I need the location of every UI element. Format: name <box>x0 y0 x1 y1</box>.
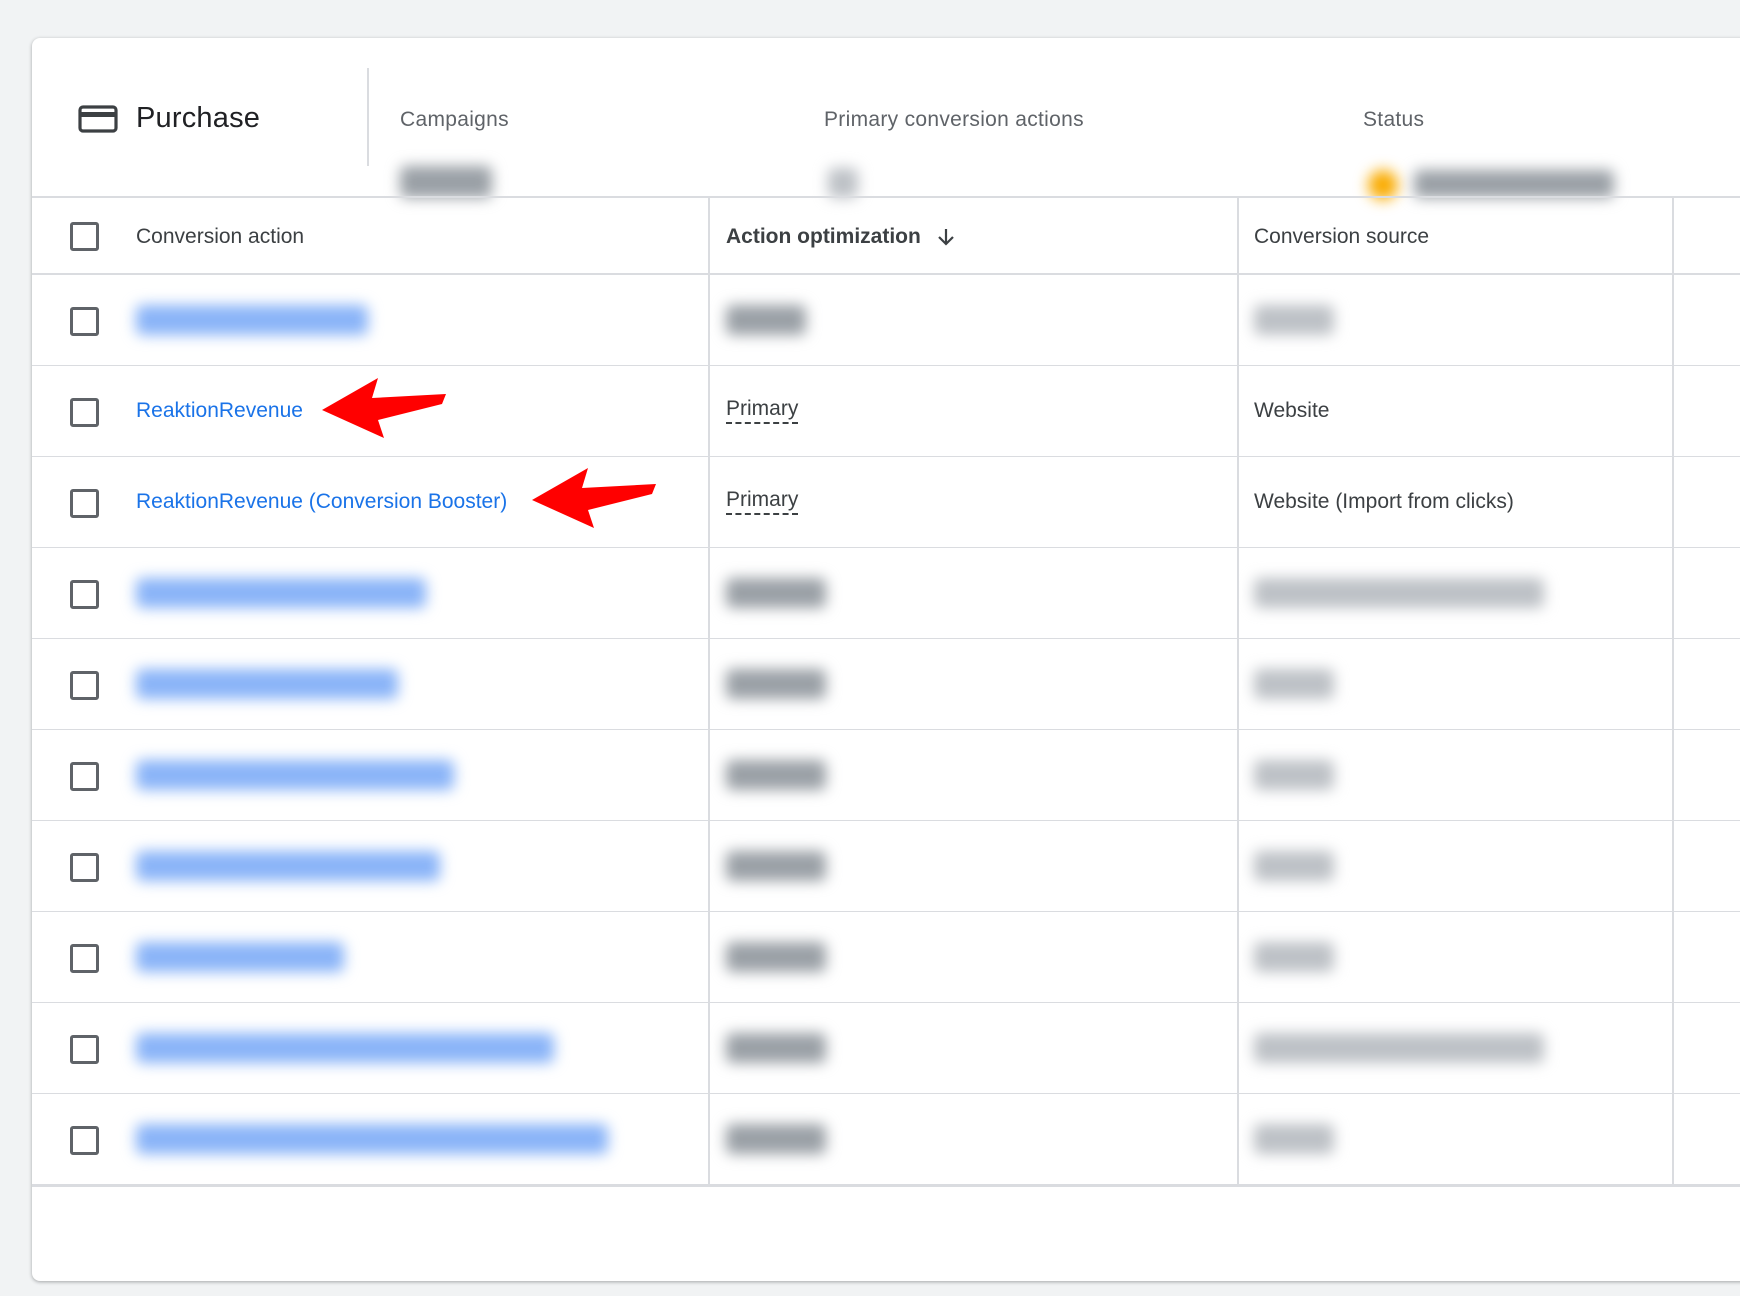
primary-actions-label: Primary conversion actions <box>824 108 1084 131</box>
row-checkbox[interactable] <box>70 671 99 700</box>
table-row[interactable] <box>32 730 1740 821</box>
goal-summary: Purchase Campaigns Primary conversion ac… <box>32 38 1740 200</box>
conversion-source-redacted <box>1254 1124 1334 1154</box>
table-row[interactable] <box>32 912 1740 1003</box>
table-row[interactable] <box>32 275 1740 366</box>
table-row[interactable] <box>32 1094 1740 1185</box>
campaigns-label: Campaigns <box>400 108 509 131</box>
conversion-source-redacted <box>1254 578 1544 608</box>
conversion-source-value: Website <box>1254 398 1330 422</box>
action-optimization-redacted <box>726 760 826 790</box>
conversion-action-redacted <box>136 851 440 881</box>
conversion-action-redacted <box>136 578 426 608</box>
row-checkbox[interactable] <box>70 307 99 336</box>
action-optimization-redacted <box>726 851 826 881</box>
action-optimization-redacted <box>726 578 826 608</box>
table-row[interactable] <box>32 548 1740 639</box>
goal-title: Purchase <box>136 102 261 134</box>
conversion-action-redacted <box>136 1124 608 1154</box>
row-checkbox[interactable] <box>70 853 99 882</box>
status-label: Status <box>1363 108 1425 131</box>
conversion-action-redacted <box>136 1033 554 1063</box>
conversion-action-link[interactable]: ReaktionRevenue (Conversion Booster) <box>136 490 507 514</box>
header-conversion-source[interactable]: Conversion source <box>1254 198 1429 275</box>
conversion-action-redacted <box>136 760 454 790</box>
conversion-source-redacted <box>1254 942 1334 972</box>
conversion-source-redacted <box>1254 305 1334 335</box>
conversion-source-redacted <box>1254 851 1334 881</box>
conversion-action-redacted <box>136 305 368 335</box>
conversion-action-link[interactable]: ReaktionRevenue <box>136 399 303 423</box>
table-row[interactable] <box>32 639 1740 730</box>
primary-actions-value-redacted <box>828 168 858 198</box>
goal-heading: Purchase <box>78 102 260 135</box>
action-optimization-redacted <box>726 1033 826 1063</box>
conversion-source-redacted <box>1254 1033 1544 1063</box>
action-optimization-redacted <box>726 1124 826 1154</box>
action-optimization-value[interactable]: Primary <box>726 397 799 425</box>
select-all-checkbox[interactable] <box>70 222 99 251</box>
red-arrow-annotation <box>532 468 656 528</box>
action-optimization-redacted <box>726 305 806 335</box>
row-checkbox[interactable] <box>70 944 99 973</box>
conversion-goal-card: Purchase Campaigns Primary conversion ac… <box>32 38 1740 1281</box>
status-value-redacted <box>1414 170 1614 198</box>
conversion-source-redacted <box>1254 669 1334 699</box>
action-optimization-redacted <box>726 942 826 972</box>
summary-divider <box>367 68 369 166</box>
conversion-action-redacted <box>136 669 398 699</box>
row-checkbox[interactable] <box>70 1035 99 1064</box>
row-checkbox[interactable] <box>70 398 99 427</box>
header-conversion-action[interactable]: Conversion action <box>136 198 304 275</box>
header-action-optimization[interactable]: Action optimization <box>726 198 957 275</box>
conversion-action-redacted <box>136 942 344 972</box>
table-row[interactable]: ReaktionRevenue Primary Website <box>32 366 1740 457</box>
conversion-source-redacted <box>1254 760 1334 790</box>
table-row[interactable]: ReaktionRevenue (Conversion Booster) Prim… <box>32 457 1740 548</box>
red-arrow-annotation <box>322 378 446 438</box>
action-optimization-redacted <box>726 669 826 699</box>
action-optimization-value[interactable]: Primary <box>726 488 799 516</box>
row-checkbox[interactable] <box>70 762 99 791</box>
row-checkbox[interactable] <box>70 489 99 518</box>
table-row[interactable] <box>32 821 1740 912</box>
table-header: Conversion action Action optimization Co… <box>32 196 1740 275</box>
row-checkbox[interactable] <box>70 1126 99 1155</box>
campaigns-value-redacted <box>400 166 492 198</box>
credit-card-icon <box>78 104 118 133</box>
table-footer-divider <box>32 1185 1740 1187</box>
row-checkbox[interactable] <box>70 580 99 609</box>
table-row[interactable] <box>32 1003 1740 1094</box>
arrow-down-icon[interactable] <box>935 226 957 248</box>
conversion-source-value: Website (Import from clicks) <box>1254 489 1514 513</box>
